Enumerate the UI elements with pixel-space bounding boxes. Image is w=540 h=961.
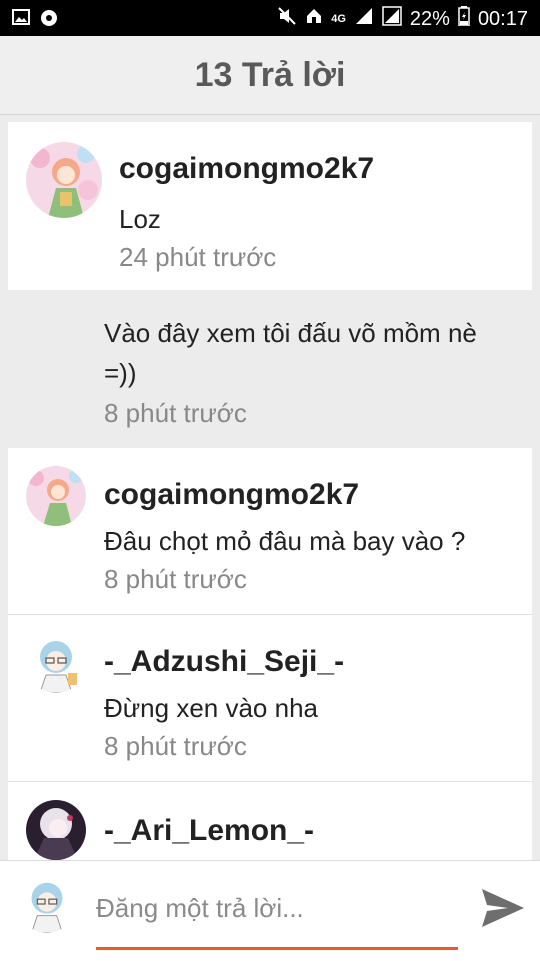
battery-percent: 22% <box>409 7 450 30</box>
replies-list[interactable]: cogaimongmo2k7 Loz 24 phút trước Vào đây… <box>0 122 540 860</box>
reply-item[interactable]: cogaimongmo2k7 Loz 24 phút trước <box>8 122 532 290</box>
home-signal-icon <box>305 7 323 30</box>
reply-item[interactable]: -_Ari_Lemon_- <box>8 782 532 860</box>
message-text: =)) <box>104 358 137 388</box>
status-bar: 4G 22% 00:17 <box>0 0 540 36</box>
avatar[interactable] <box>26 142 102 218</box>
avatar[interactable] <box>26 466 86 526</box>
message-text: Loz <box>119 204 161 234</box>
mute-icon <box>277 6 297 31</box>
input-underline <box>96 947 458 950</box>
gallery-notification-icon <box>12 9 30 32</box>
username[interactable]: cogaimongmo2k7 <box>104 478 359 512</box>
current-user-avatar <box>18 875 76 933</box>
username[interactable]: -_Ari_Lemon_- <box>104 814 314 848</box>
send-icon <box>482 889 524 927</box>
page-title: 13 Trả lời <box>194 55 346 94</box>
avatar[interactable] <box>26 633 86 693</box>
network-type: 4G <box>331 12 346 25</box>
reply-item[interactable]: -_Adzushi_Seji_- Đừng xen vào nha 8 phút… <box>8 615 532 781</box>
reply-composer <box>0 860 540 961</box>
username[interactable]: cogaimongmo2k7 <box>119 152 374 186</box>
battery-icon <box>458 6 470 31</box>
settings-notification-icon <box>40 9 58 32</box>
cell-signal-2-icon <box>382 6 402 31</box>
send-button[interactable] <box>478 885 528 931</box>
timestamp: 8 phút trước <box>104 564 247 594</box>
message-text: Đừng xen vào nha <box>104 693 318 723</box>
cell-signal-icon <box>354 6 374 31</box>
timestamp: 8 phút trước <box>104 731 247 761</box>
clock: 00:17 <box>477 7 528 30</box>
reply-item[interactable]: cogaimongmo2k7 Đâu chọt mỏ đâu mà bay và… <box>8 448 532 614</box>
message-text: Đâu chọt mỏ đâu mà bay vào ? <box>104 526 466 556</box>
reply-input[interactable] <box>96 891 458 925</box>
timestamp: 8 phút trước <box>104 398 247 428</box>
username[interactable]: -_Adzushi_Seji_- <box>104 645 344 679</box>
avatar[interactable] <box>26 800 86 860</box>
message-text: Vào đây xem tôi đấu võ mồm nè <box>104 318 477 348</box>
replies-header: 13 Trả lời <box>0 36 540 115</box>
timestamp: 24 phút trước <box>119 242 277 272</box>
